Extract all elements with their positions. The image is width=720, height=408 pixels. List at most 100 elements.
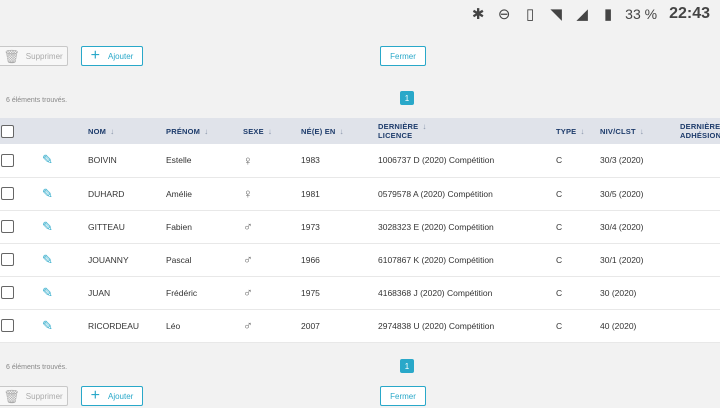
header-derniere-licence[interactable]: DERNIÈRE ↓ LICENCE [378, 118, 556, 144]
cell-niv: 30/3 (2020) [600, 155, 644, 166]
close-button-bottom[interactable]: Fermer [380, 386, 426, 406]
close-button[interactable]: Fermer [380, 46, 426, 66]
sort-arrow-icon: ↓ [580, 126, 585, 136]
cell-prenom: Frédéric [166, 287, 198, 298]
edit-pencil-icon[interactable]: ✎ [42, 152, 53, 167]
male-icon: ♂ [243, 219, 253, 234]
sort-arrow-icon: ↓ [639, 126, 644, 136]
table-row[interactable]: ✎ RICORDEAU Léo ♂ 2007 2974838 U (2020) … [0, 309, 720, 342]
vibrate-icon: ▯ [526, 6, 535, 23]
female-icon: ♀ [243, 152, 253, 168]
edit-pencil-icon[interactable]: ✎ [42, 252, 53, 267]
row-checkbox[interactable] [1, 286, 14, 299]
row-checkbox[interactable] [1, 153, 14, 167]
header-sexe[interactable]: SEXE ↓ [243, 118, 301, 144]
trash-icon: 🗑 [3, 48, 20, 64]
header-select-all [0, 118, 42, 144]
cell-niv: 30 (2020) [600, 287, 637, 298]
bluetooth-icon: ✱ [471, 6, 485, 23]
cell-annee: 1983 [301, 155, 320, 166]
cell-adhesion [680, 309, 720, 342]
delete-button-bottom[interactable]: 🗑 Supprimer [0, 386, 68, 406]
cell-nom: JUAN [88, 287, 111, 298]
cell-type: C [556, 188, 563, 199]
cell-adhesion [680, 210, 720, 243]
cell-nom: GITTEAU [88, 221, 125, 232]
cell-type: C [556, 155, 563, 166]
sort-arrow-icon: ↓ [339, 126, 344, 136]
header-nom[interactable]: NOM ↓ [88, 118, 166, 144]
close-button-label: Fermer [390, 51, 416, 61]
select-all-checkbox[interactable] [1, 124, 14, 138]
clock: 22:43 [669, 5, 710, 22]
pagination-page[interactable]: 1 [400, 91, 414, 105]
female-icon: ♀ [243, 186, 253, 201]
add-button-label: Ajouter [107, 51, 134, 61]
edit-pencil-icon[interactable]: ✎ [42, 285, 53, 300]
header-ne-en[interactable]: NÉ(E) EN ↓ [301, 118, 378, 144]
delete-button-label: Supprimer [25, 391, 63, 401]
table-header-row: NOM ↓ PRÉNOM ↓ SEXE ↓ NÉ(E) EN ↓ DERNIÈRE ↓ LI… [0, 118, 720, 144]
cell-nom: JOUANNY [88, 254, 129, 265]
cell-prenom: Fabien [166, 221, 192, 232]
cell-adhesion [680, 276, 720, 309]
results-count-bottom: 6 éléments trouvés. [6, 364, 68, 371]
row-checkbox[interactable] [1, 187, 14, 200]
table-row[interactable]: ✎ JUAN Frédéric ♂ 1975 4168368 J (2020) … [0, 276, 720, 309]
cell-annee: 1975 [301, 287, 320, 298]
top-toolbar: 🗑 Supprimer + Ajouter Fermer [0, 46, 720, 68]
add-button[interactable]: + Ajouter [81, 46, 143, 66]
sort-arrow-icon: ↓ [422, 122, 427, 131]
add-button-label: Ajouter [107, 391, 134, 401]
cell-adhesion [680, 177, 720, 210]
male-icon: ♂ [243, 252, 253, 267]
male-icon: ♂ [243, 318, 253, 333]
battery-percentage: 33 % [625, 6, 658, 22]
header-prenom[interactable]: PRÉNOM ↓ [166, 118, 243, 144]
edit-pencil-icon[interactable]: ✎ [42, 186, 53, 201]
cell-licence: 6107867 K (2020) Compétition [378, 254, 494, 265]
cell-prenom: Amélie [166, 188, 192, 199]
row-checkbox[interactable] [1, 253, 14, 266]
header-type[interactable]: TYPE ↓ [556, 118, 600, 144]
delete-button[interactable]: 🗑 Supprimer [0, 46, 68, 66]
cell-prenom: Léo [166, 320, 181, 331]
close-button-label: Fermer [390, 391, 416, 401]
cell-licence: 3028323 E (2020) Compétition [378, 221, 494, 232]
header-derniere-adhesion[interactable]: DERNIÈRE ADHÉSION [680, 118, 720, 144]
pagination-page-bottom[interactable]: 1 [400, 359, 414, 373]
header-edit [42, 118, 88, 144]
table-row[interactable]: ✎ JOUANNY Pascal ♂ 1966 6107867 K (2020)… [0, 243, 720, 276]
table-row[interactable]: ✎ DUHARD Amélie ♀ 1981 0579578 A (2020) … [0, 177, 720, 210]
cell-prenom: Pascal [166, 254, 192, 265]
edit-pencil-icon[interactable]: ✎ [42, 318, 53, 333]
battery-icon: ▮ [604, 6, 613, 23]
cell-type: C [556, 221, 563, 232]
cell-prenom: Estelle [166, 155, 192, 166]
cell-type: C [556, 320, 563, 331]
cell-licence: 4168368 J (2020) Compétition [378, 287, 493, 298]
cell-licence: 1006737 D (2020) Compétition [378, 155, 495, 166]
cell-niv: 40 (2020) [600, 320, 637, 331]
wifi-icon: ◥ [550, 6, 562, 23]
table-row[interactable]: ✎ BOIVIN Estelle ♀ 1983 1006737 D (2020)… [0, 144, 720, 177]
cell-annee: 1973 [301, 221, 320, 232]
add-button-bottom[interactable]: + Ajouter [81, 386, 143, 406]
cell-niv: 30/4 (2020) [600, 221, 644, 232]
row-checkbox[interactable] [1, 319, 14, 332]
edit-pencil-icon[interactable]: ✎ [42, 219, 53, 234]
players-table: NOM ↓ PRÉNOM ↓ SEXE ↓ NÉ(E) EN ↓ DERNIÈRE ↓ LI… [0, 118, 720, 343]
header-niv-clst[interactable]: NIV/CLST ↓ [600, 118, 680, 144]
trash-icon: 🗑 [3, 388, 20, 404]
cell-adhesion [680, 243, 720, 276]
sort-arrow-icon: ↓ [204, 126, 209, 136]
cell-nom: BOIVIN [88, 155, 117, 166]
sort-arrow-icon: ↓ [110, 126, 115, 136]
row-checkbox[interactable] [1, 220, 14, 233]
cell-nom: DUHARD [88, 188, 125, 199]
cell-annee: 1981 [301, 188, 320, 199]
table-row[interactable]: ✎ GITTEAU Fabien ♂ 1973 3028323 E (2020)… [0, 210, 720, 243]
do-not-disturb-icon: ⊖ [497, 6, 511, 23]
cell-nom: RICORDEAU [88, 320, 140, 331]
cell-annee: 2007 [301, 320, 320, 331]
